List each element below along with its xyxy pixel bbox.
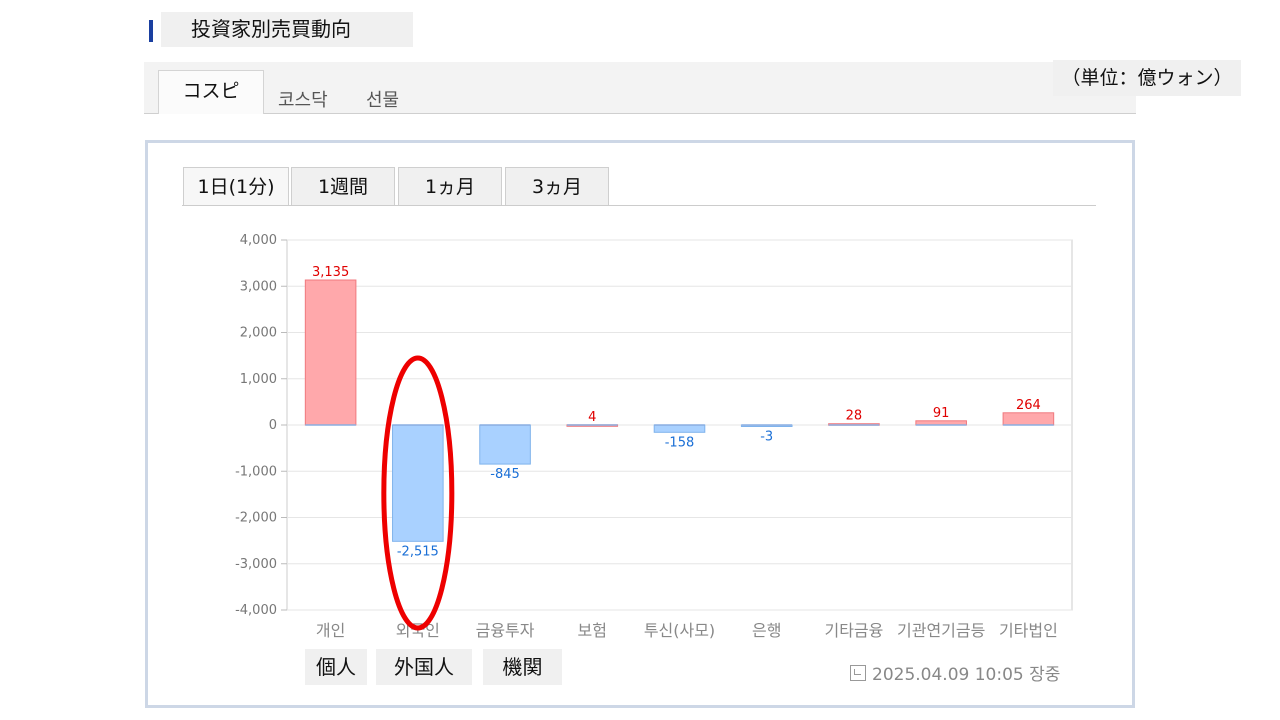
bar (1002, 412, 1055, 426)
data-label: -3 (760, 430, 773, 445)
y-tick-label: 3,000 (240, 279, 277, 294)
y-tick-label: -4,000 (235, 603, 277, 618)
data-label: -2,515 (397, 544, 439, 559)
y-tick-label: -3,000 (235, 557, 277, 572)
annotation-institution: 機関 (483, 649, 562, 685)
x-tick-label: 기관연기금등 (897, 621, 985, 640)
data-label: 28 (846, 409, 863, 424)
data-label: 91 (933, 406, 950, 421)
x-tick-label: 기타법인 (999, 621, 1058, 640)
annotation-foreigner: 外国人 (376, 649, 472, 685)
x-tick-label: 개인 (316, 621, 345, 640)
bar (653, 424, 706, 433)
annotation-individual: 個人 (305, 649, 367, 685)
data-label: 4 (588, 410, 596, 425)
data-label: 264 (1016, 398, 1041, 413)
y-tick-label: 0 (269, 418, 277, 433)
x-tick-label: 은행 (752, 621, 781, 640)
timestamp: 2025.04.09 10:05 장중 (850, 660, 1060, 685)
y-tick-label: 1,000 (240, 372, 277, 387)
data-label: -845 (490, 467, 520, 482)
clock-icon (850, 665, 866, 681)
x-tick-label: 기타금융 (824, 621, 883, 640)
data-label: -158 (665, 435, 695, 450)
bar (392, 424, 444, 542)
bar (304, 279, 357, 426)
timestamp-text: 2025.04.09 10:05 장중 (872, 665, 1061, 685)
y-tick-label: 2,000 (240, 326, 277, 341)
bar (479, 424, 531, 465)
investor-bar-chart: 4,000 3,000 2,000 1,000 0 -1,000 -2,000 -3,000 -… (235, 233, 1073, 640)
y-tick-label: -1,000 (235, 464, 277, 479)
y-tick-label: 4,000 (240, 233, 277, 248)
y-tick-label: -2,000 (235, 511, 277, 526)
x-tick-label: 투신(사모) (644, 621, 715, 640)
data-label: 3,135 (312, 265, 349, 280)
x-tick-label: 보험 (578, 621, 607, 640)
x-tick-label: 금융투자 (476, 621, 535, 640)
